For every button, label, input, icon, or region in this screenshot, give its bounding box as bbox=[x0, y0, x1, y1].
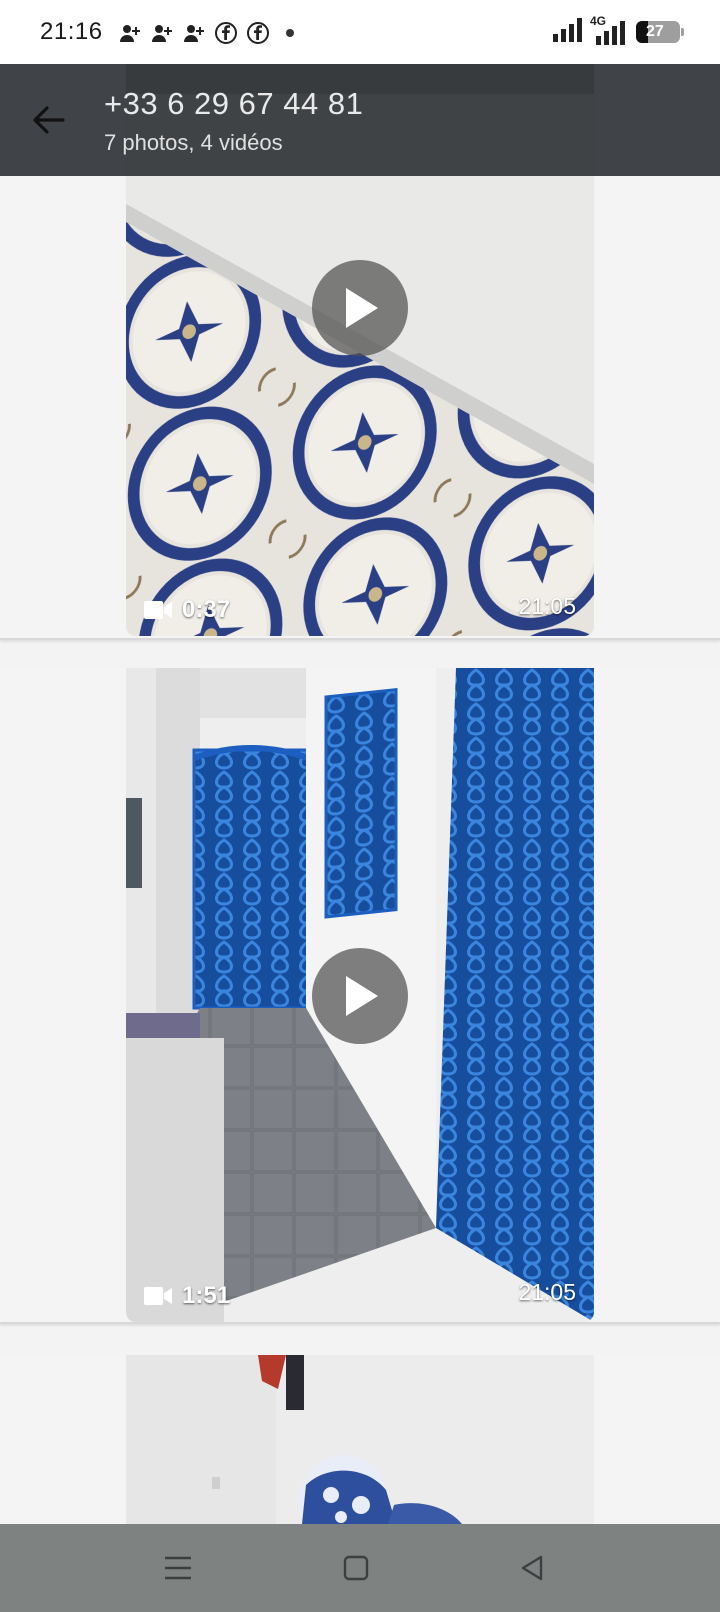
duration-label: 0:37 bbox=[182, 596, 231, 623]
add-contact-icon bbox=[150, 21, 174, 45]
navigation-bar bbox=[0, 1524, 720, 1612]
media-count: 7 photos, 4 vidéos bbox=[104, 130, 283, 155]
facebook-icon bbox=[214, 21, 238, 45]
signal-icon bbox=[552, 17, 584, 48]
duration-label: 1:51 bbox=[182, 1282, 231, 1309]
app-bar: +33 6 29 67 44 81 7 photos, 4 vidéos bbox=[0, 64, 720, 176]
message-time: 21:05 bbox=[518, 1279, 576, 1305]
video-duration: 0:37 bbox=[144, 596, 230, 624]
add-contact-icon bbox=[182, 21, 206, 45]
message-time: 21:05 bbox=[518, 593, 576, 619]
video-thumbnail[interactable]: 1:51 21:05 bbox=[126, 668, 594, 1322]
facebook-icon bbox=[246, 21, 270, 45]
play-icon bbox=[346, 288, 378, 328]
battery-icon: 27 bbox=[636, 21, 684, 43]
menu-icon bbox=[165, 1556, 191, 1580]
photo-thumbnail-image bbox=[126, 1355, 594, 1524]
menu-button[interactable] bbox=[156, 1546, 200, 1590]
status-time: 21:16 bbox=[40, 18, 103, 45]
video-camera-icon bbox=[144, 601, 172, 619]
media-item-2: 1:51 21:05 bbox=[0, 668, 720, 1324]
photo-thumbnail[interactable] bbox=[126, 1355, 594, 1524]
media-item-3 bbox=[0, 1355, 720, 1524]
video-camera-icon bbox=[144, 1287, 172, 1305]
network-type-label: 4G bbox=[590, 14, 607, 28]
page-title: +33 6 29 67 44 81 bbox=[104, 86, 364, 121]
notification-icons bbox=[118, 20, 302, 46]
back-triangle-icon bbox=[521, 1555, 543, 1581]
battery-level: 27 bbox=[646, 23, 664, 40]
play-icon bbox=[346, 976, 378, 1016]
status-indicators: 4G 27 bbox=[552, 14, 684, 48]
add-contact-icon bbox=[118, 21, 142, 45]
status-bar: 21:16 4G 27 bbox=[0, 0, 720, 64]
dot-icon bbox=[278, 21, 302, 45]
back-button[interactable] bbox=[26, 98, 70, 142]
video-duration: 1:51 bbox=[144, 1282, 230, 1310]
signal-4g-icon: 4G bbox=[590, 14, 628, 46]
arrow-back-icon bbox=[33, 106, 65, 134]
home-button[interactable] bbox=[334, 1546, 378, 1590]
play-button[interactable] bbox=[312, 260, 408, 356]
play-button[interactable] bbox=[312, 948, 408, 1044]
back-nav-button[interactable] bbox=[510, 1546, 554, 1590]
home-icon bbox=[343, 1555, 369, 1581]
